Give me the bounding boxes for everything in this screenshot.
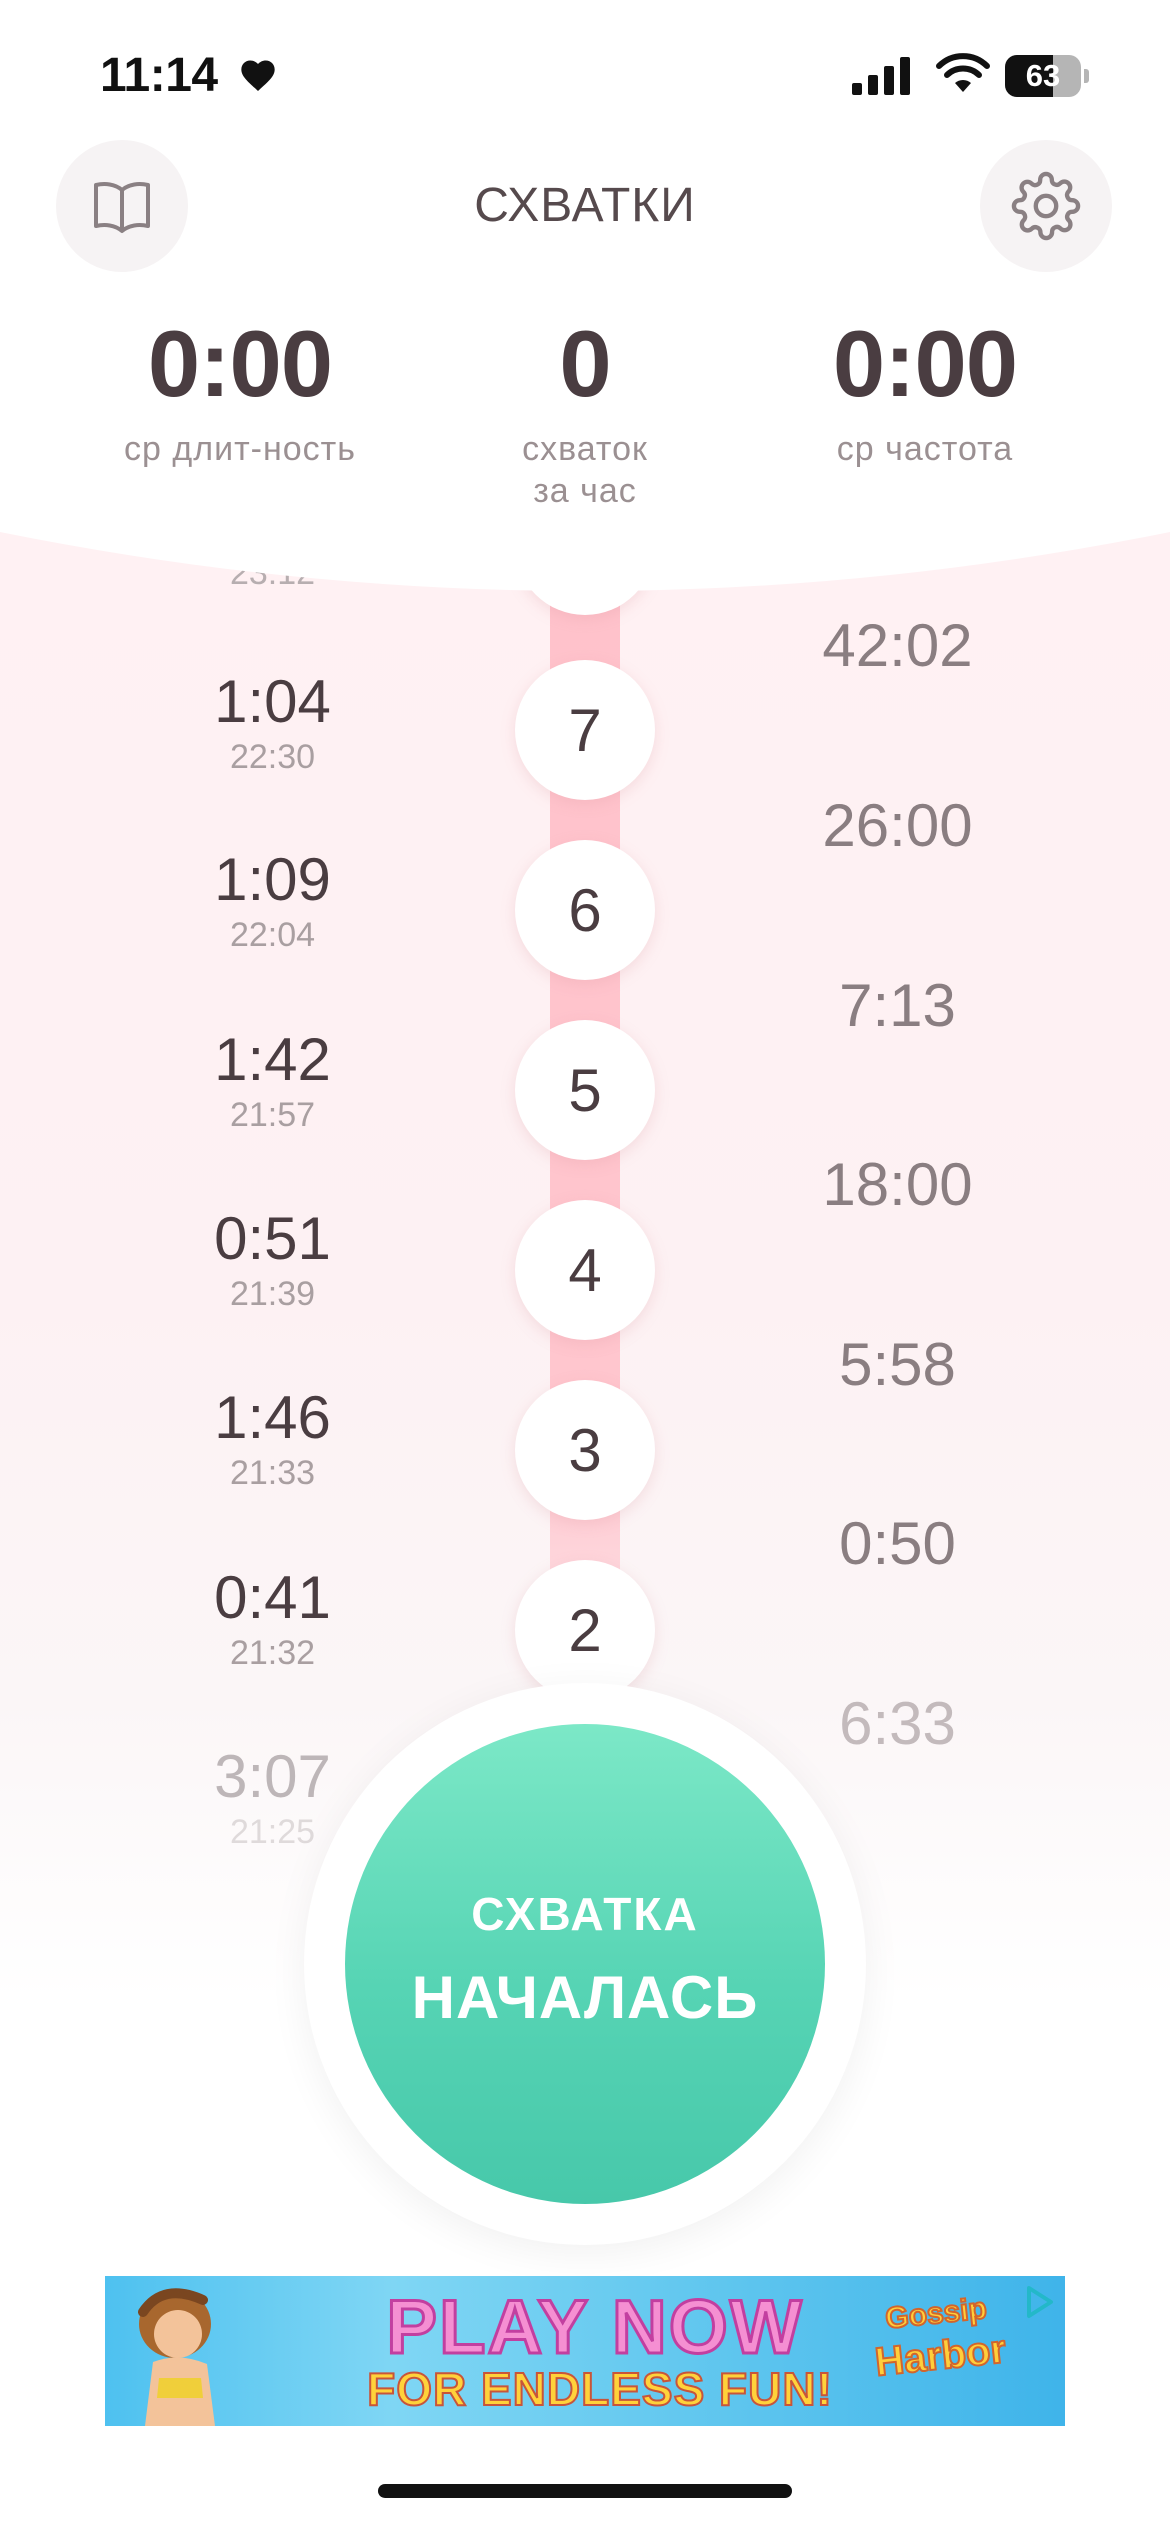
contraction-interval: 0:50 — [839, 1510, 956, 1577]
contractions-per-hour-label-line1: схваток — [522, 430, 648, 468]
contraction-duration: 1:42 — [214, 1026, 331, 1093]
contraction-number-badge[interactable]: 2 — [515, 1560, 655, 1700]
average-frequency-value: 0:00 — [832, 311, 1018, 416]
ad-logo: Gossip Harbor — [850, 2287, 1031, 2414]
contraction-number-badge[interactable]: 7 — [515, 660, 655, 800]
list-item-duration: 0:41 21:32 — [150, 1564, 395, 1673]
contraction-start-time: 21:32 — [229, 1634, 316, 1672]
contraction-number-badge[interactable]: 4 — [515, 1200, 655, 1340]
list-item-duration: 1:09 22:04 — [150, 846, 395, 955]
contraction-number-badge[interactable]: 5 — [515, 1020, 655, 1160]
cellular-signal-icon — [852, 57, 910, 95]
contractions-per-hour-value: 0 — [559, 311, 611, 416]
contractions-per-hour-label: схваток за час — [485, 428, 685, 512]
list-item-duration: 0:51 21:39 — [150, 1205, 395, 1314]
ad-subline: FOR ENDLESS FUN! — [366, 2363, 833, 2415]
home-indicator[interactable] — [378, 2484, 792, 2498]
battery-level: 63 — [1025, 58, 1061, 93]
average-duration-value: 0:00 — [147, 311, 333, 416]
contraction-start-time: 22:04 — [229, 916, 316, 954]
wifi-icon — [936, 53, 990, 92]
contraction-start-time: 21:57 — [229, 1096, 316, 1134]
gear-icon — [1011, 171, 1081, 241]
contraction-start-time: 22:30 — [229, 738, 316, 776]
contraction-number-badge[interactable]: 3 — [515, 1380, 655, 1520]
contraction-interval: 7:13 — [839, 972, 956, 1039]
contraction-start-time: 21:39 — [229, 1275, 316, 1313]
contraction-number-badge[interactable]: 6 — [515, 840, 655, 980]
contraction-interval: 18:00 — [822, 1151, 973, 1218]
battery-icon: 63 — [1005, 55, 1081, 97]
average-frequency-label: ср частота — [836, 430, 1014, 468]
ad-choices-icon[interactable] — [1019, 2282, 1059, 2322]
start-button-label-line2: НАЧАЛАСЬ — [411, 1963, 759, 2031]
ad-headline: PLAY NOW — [385, 2285, 804, 2370]
list-item-duration: 1:42 21:57 — [150, 1026, 395, 1135]
battery-indicator: 63 — [1005, 55, 1089, 99]
contraction-interval: 42:02 — [822, 612, 973, 679]
contraction-duration: 0:41 — [214, 1564, 331, 1631]
contraction-duration: 1:46 — [214, 1384, 331, 1451]
status-bar: 11:14 63 — [0, 0, 1170, 150]
contraction-interval: 6:33 — [839, 1690, 956, 1757]
start-button-label-line1: СХВАТКА — [471, 1887, 699, 1940]
contraction-duration: 0:51 — [214, 1205, 331, 1272]
contraction-duration: 1:04 — [214, 668, 331, 735]
contraction-started-button[interactable]: СХВАТКА НАЧАЛАСЬ — [345, 1724, 825, 2204]
stat-contractions-per-hour: 0 схваток за час — [485, 312, 685, 512]
settings-button[interactable] — [980, 140, 1112, 272]
list-item-duration: 1:46 21:33 — [150, 1384, 395, 1493]
ad-banner[interactable]: PLAY NOW FOR ENDLESS FUN! Gossip Harbor — [105, 2276, 1065, 2426]
list-item-duration: 1:04 22:30 — [150, 668, 395, 777]
average-duration-label: ср длит-ность — [124, 430, 356, 468]
ad-character-illustration — [138, 2288, 215, 2426]
contraction-duration: 1:09 — [214, 846, 331, 913]
contractions-per-hour-label-line2: за час — [533, 472, 637, 510]
contraction-interval: 5:58 — [839, 1331, 956, 1398]
status-time: 11:14 — [100, 49, 218, 102]
heart-icon — [241, 60, 275, 91]
contraction-interval: 26:00 — [822, 792, 973, 859]
stat-average-duration: 0:00 ср длит-ность — [100, 312, 380, 470]
battery-tip — [1084, 69, 1089, 83]
stat-average-frequency: 0:00 ср частота — [775, 312, 1075, 470]
contraction-start-time: 21:33 — [229, 1454, 316, 1492]
contraction-timer-screen: 23:12 1:04 22:30 1:09 22:04 1:42 21:57 0… — [0, 0, 1170, 2532]
